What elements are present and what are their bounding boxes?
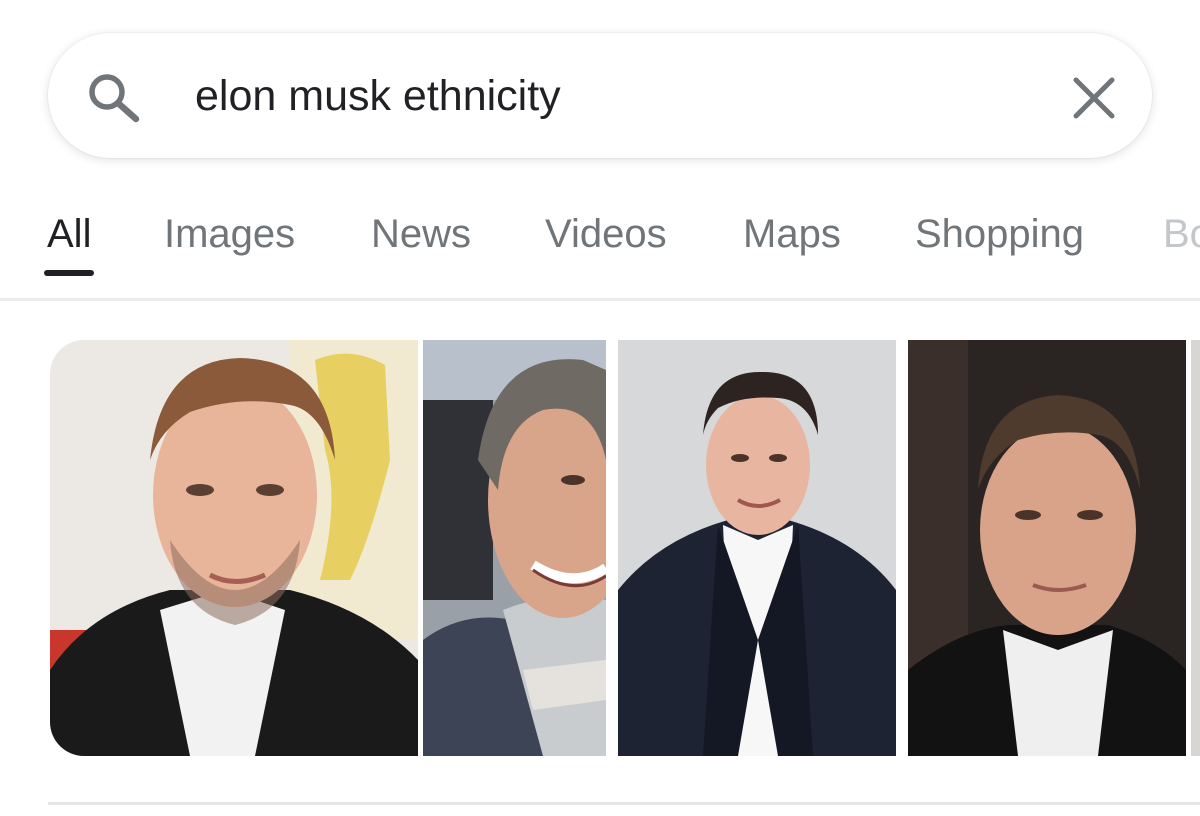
tabs-divider: [0, 298, 1200, 301]
tab-maps[interactable]: Maps: [743, 205, 841, 265]
image-result[interactable]: [423, 340, 606, 756]
search-icon[interactable]: [86, 72, 142, 124]
image-result[interactable]: [50, 340, 418, 756]
tab-all[interactable]: All: [47, 205, 91, 265]
image-result[interactable]: [1191, 340, 1200, 756]
portrait-photo: [618, 340, 896, 756]
image-result[interactable]: [618, 340, 896, 756]
search-tabs: All Images News Videos Maps Shopping Bo: [0, 205, 1200, 285]
tab-images[interactable]: Images: [164, 205, 295, 265]
search-input[interactable]: [195, 66, 1015, 126]
active-tab-indicator: [44, 270, 94, 276]
tab-news[interactable]: News: [371, 205, 471, 265]
section-divider: [48, 802, 1200, 805]
search-results-page: All Images News Videos Maps Shopping Bo: [0, 0, 1200, 816]
close-icon[interactable]: [1066, 70, 1122, 126]
portrait-photo: [908, 340, 1186, 756]
portrait-photo: [50, 340, 418, 756]
image-results-strip: [50, 340, 1200, 756]
tab-shopping[interactable]: Shopping: [915, 205, 1084, 265]
tab-books[interactable]: Bo: [1163, 205, 1200, 265]
tab-videos[interactable]: Videos: [545, 205, 667, 265]
portrait-photo: [1191, 340, 1200, 756]
portrait-photo: [423, 340, 606, 756]
image-result[interactable]: [908, 340, 1186, 756]
